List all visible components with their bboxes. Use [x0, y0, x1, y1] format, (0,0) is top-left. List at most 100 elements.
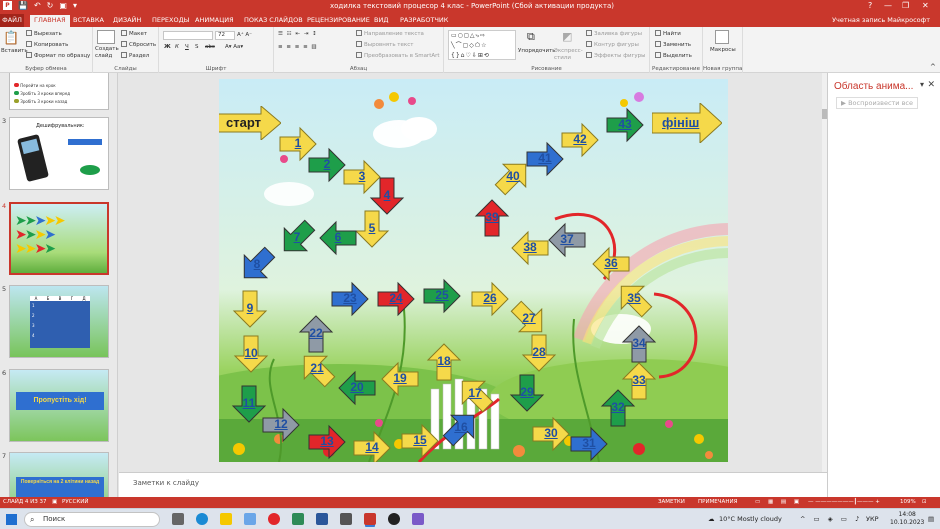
strike-button[interactable]: abc [205, 44, 215, 50]
close-button[interactable]: ✕ [922, 1, 929, 10]
shape-effects-button[interactable]: Эффекты фигуры [586, 52, 646, 59]
align-text-button[interactable]: Выровнять текст [356, 41, 413, 48]
slide-thumbnail-3[interactable]: Дешифрувальник: [9, 117, 109, 190]
layout-button[interactable]: Макет [121, 30, 147, 37]
underline-button[interactable]: Ч [185, 44, 189, 50]
step-number: 20 [350, 380, 364, 394]
macros-button[interactable]: Макросы [710, 47, 736, 53]
reset-button[interactable]: Сбросить [121, 41, 156, 48]
find-button[interactable]: Найти [655, 30, 681, 37]
tab-slideshow[interactable]: ПОКАЗ СЛАЙДОВ [244, 16, 303, 24]
tab-file[interactable]: ФАЙЛ [0, 14, 24, 27]
notes-pane[interactable]: Заметки к слайду [119, 472, 827, 497]
pane-options-icon[interactable]: ▾ [920, 80, 924, 89]
smartart-button[interactable]: Преобразовать в SmartArt [356, 52, 440, 59]
slide-thumbnail-7[interactable]: Поверніться на 2 клітини назад [9, 452, 109, 497]
arrange-button[interactable]: Упорядочить [518, 48, 556, 54]
paste-icon[interactable]: 📋 [3, 31, 19, 46]
help-button[interactable]: ? [868, 1, 872, 10]
file-explorer-icon[interactable] [220, 513, 232, 525]
store-icon[interactable] [244, 513, 256, 525]
zoom-level[interactable]: 109% [900, 499, 916, 505]
spellcheck-icon[interactable]: ▣ [52, 499, 57, 505]
slide-thumbnail-2[interactable]: Перейти на крок Зробіть 3 кроки вперед З… [9, 73, 109, 110]
weather-text[interactable]: 10°C Mostly cloudy [719, 515, 782, 523]
taskbar-search[interactable]: ⌕ Поиск [24, 512, 160, 527]
weather-icon[interactable]: ☁ [708, 515, 715, 523]
slide-thumbnail-5[interactable]: А Б В Г Д 1 2 3 4 [9, 285, 109, 358]
close-pane-icon[interactable]: ✕ [927, 80, 935, 90]
text-direction-button[interactable]: Направление текста [356, 30, 424, 37]
save-icon[interactable]: 💾 [18, 1, 28, 10]
shadow-button[interactable]: S [195, 44, 199, 50]
powerpoint-taskbar-icon[interactable] [364, 513, 376, 525]
collapse-ribbon-icon[interactable]: ^ [930, 63, 936, 71]
replace-button[interactable]: Заменить [655, 41, 691, 48]
slide-thumbnail-6[interactable]: Пропустіть хід! [9, 369, 109, 442]
customize-qat-icon[interactable]: ▾ [73, 1, 77, 10]
arrange-icon[interactable]: ⧉ [527, 30, 535, 44]
tab-developer[interactable]: РАЗРАБОТЧИК [400, 16, 448, 24]
step-number: 22 [309, 326, 323, 340]
cut-button[interactable]: Вырезать [26, 30, 62, 37]
tab-review[interactable]: РЕЦЕНЗИРОВАНИЕ [307, 16, 370, 24]
start-slideshow-icon[interactable]: ▣ [59, 1, 67, 10]
restore-button[interactable]: ❐ [902, 1, 909, 10]
paste-button[interactable]: Вставить [1, 48, 28, 54]
font-color-icon[interactable]: A▾ Aa▾ [225, 44, 243, 50]
macros-icon[interactable] [715, 30, 729, 44]
font-family-box[interactable] [163, 31, 213, 40]
tab-home[interactable]: ГЛАВНАЯ [30, 15, 70, 27]
notes-toggle[interactable]: ЗАМЕТКИ [658, 499, 685, 505]
slide-thumbnail-4[interactable]: ➤➤➤➤➤ ➤➤➤➤ ➤➤➤➤ [9, 202, 109, 275]
chrome-icon[interactable] [268, 513, 280, 525]
notifications-icon[interactable]: ▤ [928, 515, 934, 523]
quick-styles-icon[interactable]: ◩ [562, 30, 572, 43]
language-status[interactable]: РУССКИЙ [62, 499, 88, 505]
tab-view[interactable]: ВИД [374, 16, 388, 24]
align-icons[interactable]: ≡ ≡ ≡ ≡ ▥ [278, 44, 318, 50]
shape-fill-button[interactable]: Заливка фигуры [586, 30, 642, 37]
font-size-box[interactable]: 72 [215, 31, 235, 40]
italic-button[interactable]: К [175, 44, 179, 50]
word-icon[interactable] [316, 513, 328, 525]
tab-insert[interactable]: ВСТАВКА [73, 16, 104, 24]
app-icon[interactable] [340, 513, 352, 525]
minimize-button[interactable]: — [884, 1, 892, 10]
app-icon[interactable] [292, 513, 304, 525]
redo-icon[interactable]: ↻ [47, 1, 54, 10]
tab-design[interactable]: ДИЗАЙН [113, 16, 141, 24]
start-button[interactable] [6, 514, 17, 525]
section-button[interactable]: Раздел [121, 52, 149, 59]
recorder-icon[interactable] [388, 513, 400, 525]
account-name[interactable]: Учетная запись Майкрософт [832, 16, 930, 24]
shapes-gallery[interactable]: ▭○◻△⤷⇨ ╲⌒▢◇⬠☆ {}⌂♡⇩⊞⟲ [448, 30, 516, 60]
edge-icon[interactable] [196, 513, 208, 525]
play-all-button[interactable]: ▶ Воспроизвести все [836, 97, 919, 109]
bold-button[interactable]: Ж [164, 44, 171, 50]
shape-outline-button[interactable]: Контур фигуры [586, 41, 639, 48]
undo-icon[interactable]: ↶ [34, 1, 41, 10]
step-number: 38 [523, 240, 537, 254]
copy-button[interactable]: Копировать [26, 41, 68, 48]
task-view-icon[interactable] [172, 513, 184, 525]
select-button[interactable]: Выделить [655, 52, 692, 59]
quick-styles-button[interactable]: Экспресс-стили [554, 48, 584, 62]
current-slide[interactable]: старт фініш 1 2 3 4 5 6 7 8 9 10 11 12 13 14 15 16 17 18 1… [219, 79, 728, 462]
view-buttons[interactable]: ▭ ▦ ▤ ▣ [755, 499, 802, 505]
input-language[interactable]: УКР [866, 515, 879, 523]
list-icons[interactable]: ☰ ☷ ⇤ ⇥ ↕ [278, 31, 318, 37]
tab-transitions[interactable]: ПЕРЕХОДЫ [152, 16, 189, 24]
new-slide-icon[interactable] [97, 30, 115, 44]
comments-toggle[interactable]: ПРИМЕЧАНИЯ [698, 499, 737, 505]
format-painter-button[interactable]: Формат по образцу [26, 52, 90, 59]
tray-icons[interactable]: ^ ▭ ◈ ▭ ♪ [800, 515, 862, 523]
grow-font-icon[interactable]: A⁺ A⁻ [237, 32, 252, 38]
copy-icon [26, 41, 32, 47]
clock[interactable]: 14:08 10.10.2023 [890, 511, 924, 527]
new-slide-button[interactable]: Создать слайд [95, 46, 119, 60]
zoom-slider[interactable]: — ———————┃——— + [808, 499, 880, 505]
tab-animation[interactable]: АНИМАЦИЯ [195, 16, 234, 24]
fit-slide-icon[interactable]: ⊡ [922, 499, 927, 505]
app-icon[interactable] [412, 513, 424, 525]
